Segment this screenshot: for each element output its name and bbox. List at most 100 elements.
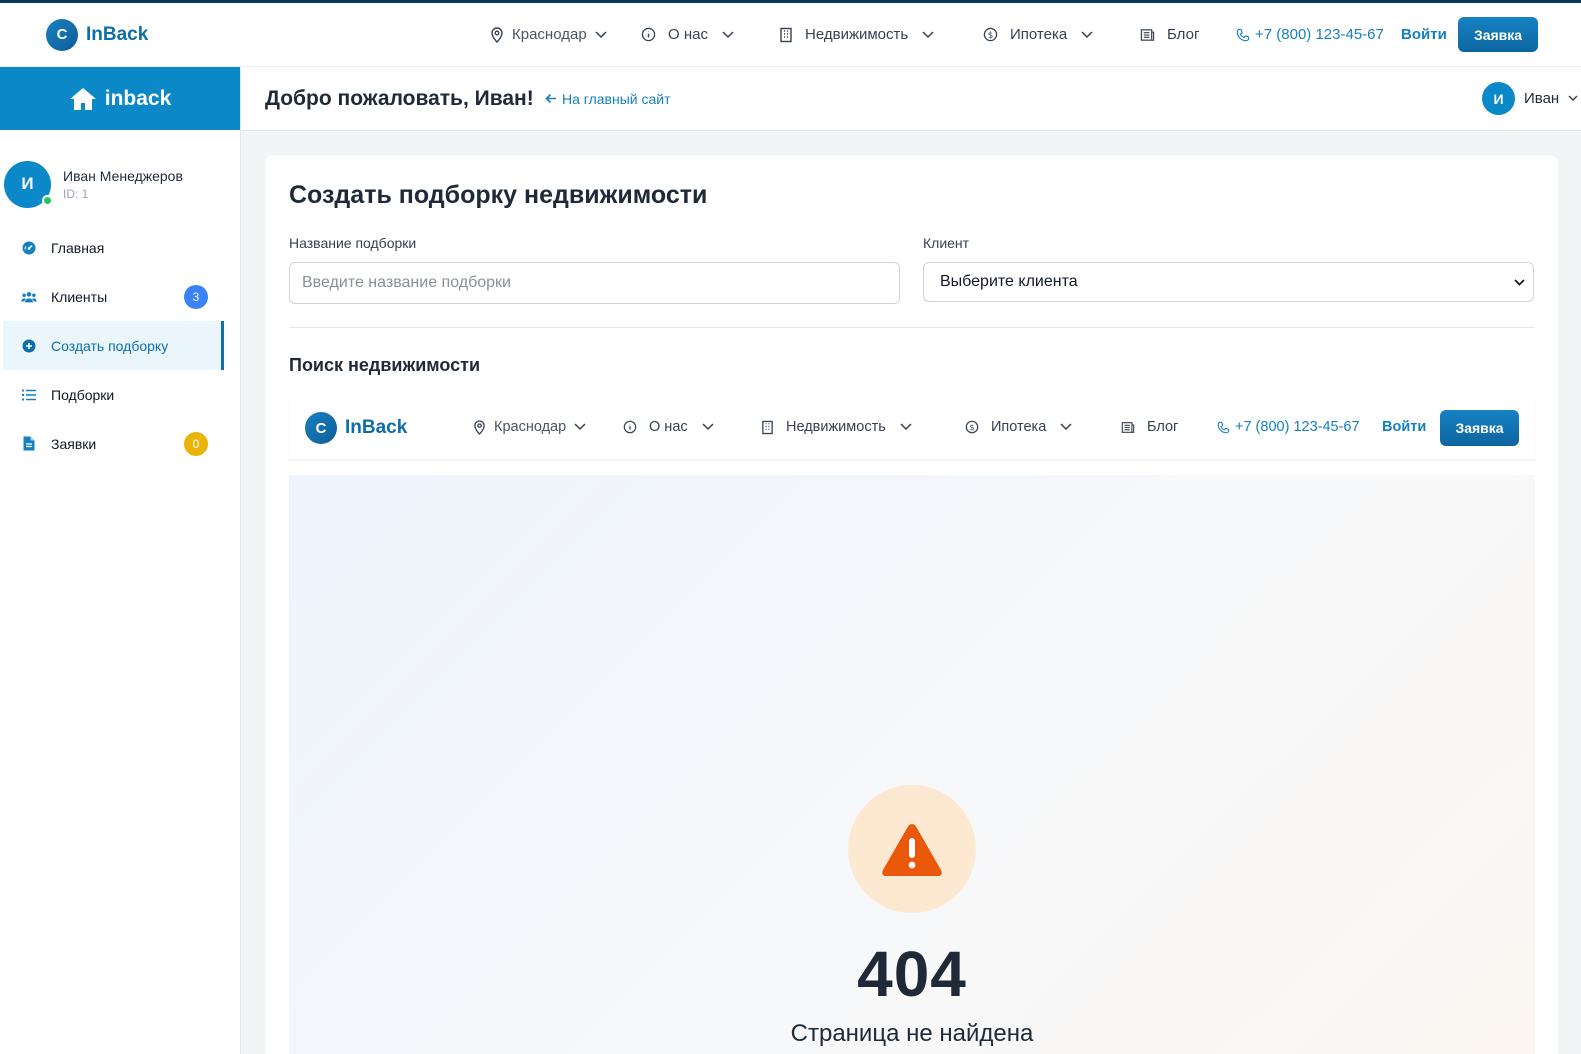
nav-blog-label: Блог xyxy=(1167,26,1200,43)
nav-phone-label: +7 (800) 123-45-67 xyxy=(1235,419,1360,435)
sidebar: inback И Иван Менеджеров ID: 1 Главная К… xyxy=(0,67,241,1054)
nav-blog-label: Блог xyxy=(1147,419,1179,435)
nav-blog-link[interactable]: Блог xyxy=(1121,419,1178,435)
nav-about-dropdown[interactable]: О нас xyxy=(641,26,734,43)
home-site-link[interactable]: На главный сайт xyxy=(545,91,671,107)
nav-phone-link[interactable]: +7 (800) 123-45-67 xyxy=(1236,26,1384,43)
phone-icon xyxy=(1217,421,1230,433)
chevron-down-icon xyxy=(922,30,934,38)
info-icon xyxy=(623,420,637,434)
sidebar-item-label: Заявки xyxy=(51,435,97,452)
sidebar-brand[interactable]: inback xyxy=(0,67,240,130)
users-icon xyxy=(21,289,37,305)
sidebar-item-clients[interactable]: Клиенты 3 xyxy=(3,272,224,321)
nav-city-dropdown[interactable]: Краснодар xyxy=(490,26,607,43)
property-search-preview: 404 Страница не найдена xyxy=(289,475,1535,1054)
site-navbar: C InBack Краснодар О нас Недвижимость $ … xyxy=(0,3,1581,67)
warning-triangle-icon xyxy=(882,824,942,876)
chevron-down-icon xyxy=(722,30,734,38)
nav-mortgage-label: Ипотека xyxy=(1010,26,1068,43)
chevron-down-icon xyxy=(595,30,607,38)
nav-mortgage-label: Ипотека xyxy=(991,419,1047,435)
sidebar-brand-label: inback xyxy=(104,86,172,110)
nav-phone-link[interactable]: +7 (800) 123-45-67 xyxy=(1217,419,1360,435)
nav-mortgage-dropdown[interactable]: $ Ипотека xyxy=(983,26,1093,43)
online-status-dot xyxy=(42,194,53,206)
nav-realty-label: Недвижимость xyxy=(786,419,886,435)
site-logo[interactable]: C InBack xyxy=(46,18,149,51)
logo-text: InBack xyxy=(86,23,149,45)
user-menu[interactable]: И Иван xyxy=(1482,82,1578,115)
collection-name-label: Название подборки xyxy=(289,235,417,251)
chevron-down-icon xyxy=(1514,278,1525,286)
logo-mark: C xyxy=(46,18,78,51)
request-button[interactable]: Заявка xyxy=(1440,410,1519,446)
nav-about-label: О нас xyxy=(649,419,688,435)
sidebar-item-label: Создать подборку xyxy=(51,337,169,354)
divider xyxy=(289,327,1535,328)
dashboard-icon xyxy=(21,240,37,256)
sidebar-item-label: Клиенты xyxy=(51,288,108,305)
request-button[interactable]: Заявка xyxy=(1458,17,1538,52)
dollar-circle-icon: $ xyxy=(983,27,998,42)
dollar-circle-icon: $ xyxy=(965,420,979,434)
main-header: Добро пожаловать, Иван! На главный сайт … xyxy=(241,67,1581,131)
home-site-link-label: На главный сайт xyxy=(562,90,671,107)
nav-realty-dropdown[interactable]: Недвижимость xyxy=(761,419,912,435)
embedded-site-navbar: C InBack Краснодар О нас Недвижимость $ … xyxy=(289,396,1535,460)
building-icon xyxy=(780,27,792,42)
client-select-value: Выберите клиента xyxy=(940,273,1078,290)
newspaper-icon xyxy=(1121,421,1135,433)
profile-id: ID: 1 xyxy=(63,186,89,201)
sidebar-item-home[interactable]: Главная xyxy=(3,223,224,272)
arrow-left-icon xyxy=(545,93,556,104)
profile-name: Иван Менеджеров xyxy=(63,167,183,184)
nav-blog-link[interactable]: Блог xyxy=(1140,26,1199,43)
chevron-down-icon xyxy=(900,423,912,431)
sidebar-item-create-collection[interactable]: Создать подборку xyxy=(3,321,224,370)
file-icon xyxy=(21,436,37,452)
nav-login-link[interactable]: Войти xyxy=(1401,26,1447,43)
sidebar-item-collections[interactable]: Подборки xyxy=(3,370,224,419)
error-message: Страница не найдена xyxy=(790,1020,1034,1047)
phone-icon xyxy=(1236,28,1250,41)
nav-city-label: Краснодар xyxy=(512,26,587,43)
list-icon xyxy=(21,387,37,403)
nav-login-link[interactable]: Войти xyxy=(1382,419,1426,435)
building-icon xyxy=(762,420,773,434)
card-title: Создать подборку недвижимости xyxy=(289,181,708,209)
plus-circle-icon xyxy=(21,338,37,354)
svg-text:$: $ xyxy=(988,30,993,40)
info-icon xyxy=(641,27,656,42)
property-search-title: Поиск недвижимости xyxy=(289,355,481,375)
create-collection-card: Создать подборку недвижимости Название п… xyxy=(265,155,1558,1054)
site-logo[interactable]: C InBack xyxy=(305,412,407,444)
chevron-down-icon xyxy=(574,423,586,431)
nav-phone-label: +7 (800) 123-45-67 xyxy=(1255,26,1384,43)
nav-about-label: О нас xyxy=(668,26,708,43)
nav-realty-dropdown[interactable]: Недвижимость xyxy=(779,26,934,43)
chevron-down-icon xyxy=(702,423,714,431)
avatar: И xyxy=(4,160,53,208)
avatar-initial: И xyxy=(21,174,34,193)
page-title: Добро пожаловать, Иван! xyxy=(265,86,534,110)
warning-badge xyxy=(848,785,976,913)
chevron-down-icon xyxy=(1081,30,1093,38)
sidebar-item-label: Главная xyxy=(51,239,105,256)
client-select[interactable]: Выберите клиента xyxy=(923,262,1534,302)
nav-mortgage-dropdown[interactable]: $ Ипотека xyxy=(965,419,1072,435)
map-pin-icon xyxy=(474,419,485,435)
newspaper-icon xyxy=(1140,28,1155,41)
error-code: 404 xyxy=(857,938,967,1010)
sidebar-item-requests[interactable]: Заявки 0 xyxy=(3,419,224,468)
client-label: Клиент xyxy=(923,235,970,251)
sidebar-item-label: Подборки xyxy=(51,386,115,403)
sidebar-profile: И Иван Менеджеров ID: 1 xyxy=(0,130,240,222)
logo-text: InBack xyxy=(345,417,408,438)
avatar: И xyxy=(1482,82,1515,115)
nav-city-dropdown[interactable]: Краснодар xyxy=(473,419,586,435)
logo-mark: C xyxy=(305,412,337,444)
nav-about-dropdown[interactable]: О нас xyxy=(623,419,714,435)
home-icon xyxy=(69,87,96,110)
collection-name-input[interactable]: Введите название подборки xyxy=(289,262,900,304)
